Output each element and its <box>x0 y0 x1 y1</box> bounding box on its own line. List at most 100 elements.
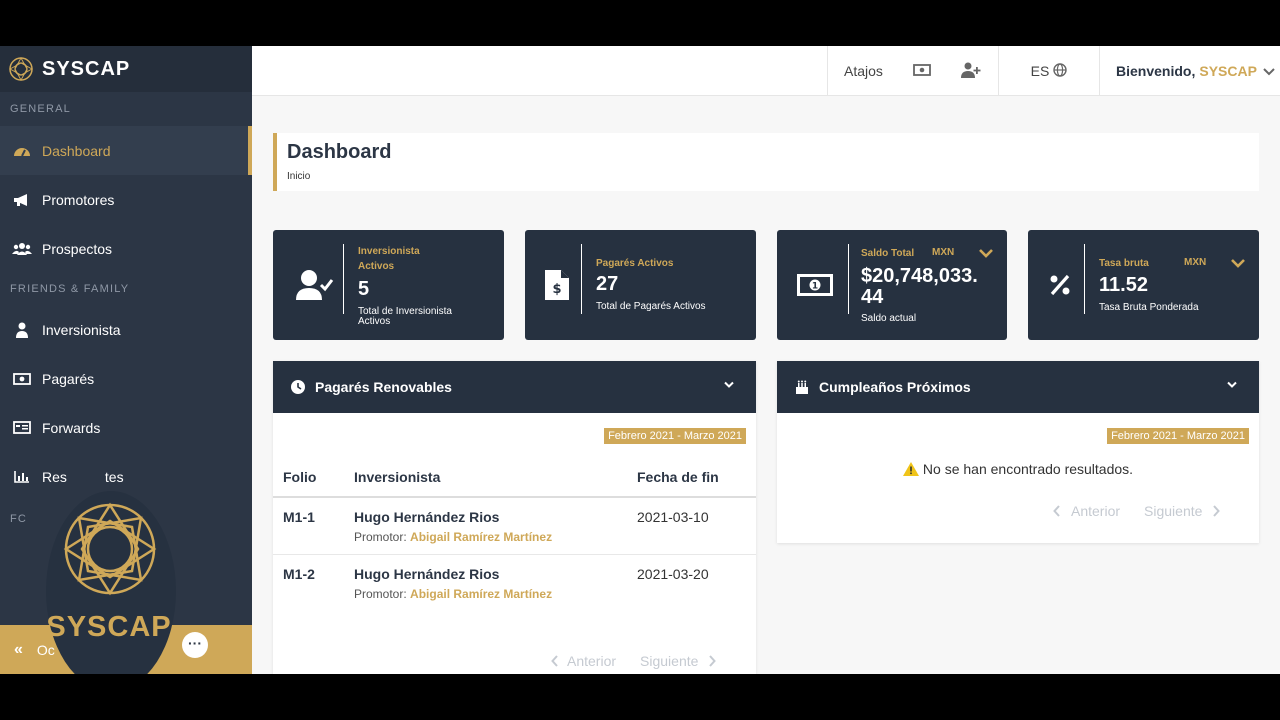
sidebar-item-label: Prospectos <box>42 240 113 257</box>
warning-icon <box>902 462 919 476</box>
sidebar-item-label: Forwards <box>42 419 101 436</box>
stat-value: 44 <box>861 286 884 308</box>
chevron-down-icon[interactable] <box>724 381 734 389</box>
shortcuts-label[interactable]: Atajos <box>844 63 883 79</box>
previous-button[interactable]: Anterior <box>551 653 616 669</box>
currency-label[interactable]: MXN <box>932 247 954 258</box>
user-name: SYSCAP <box>1199 63 1257 79</box>
user-menu[interactable]: Bienvenido, SYSCAP <box>1099 46 1280 96</box>
chevron-down-icon[interactable] <box>1231 259 1245 269</box>
bar-chart-icon <box>12 468 32 486</box>
svg-text:$: $ <box>552 282 561 297</box>
welcome-text: Bienvenido, <box>1116 63 1196 79</box>
syscap-emblem-icon <box>63 502 157 596</box>
stat-card-promissory-notes: $ Pagarés Activos 27 Total de Pagarés Ac… <box>525 230 756 340</box>
file-invoice-dollar-icon: $ <box>535 230 579 340</box>
language-selector[interactable]: ES <box>998 46 1099 96</box>
panel-title: Cumpleaños Próximos <box>819 379 971 395</box>
chevron-down-icon <box>1263 63 1275 79</box>
sidebar-item-promotores[interactable]: Promotores <box>0 175 252 224</box>
panel-title: Pagarés Renovables <box>315 379 452 395</box>
stat-label: Inversionista <box>358 246 420 257</box>
section-general-label: GENERAL <box>10 103 71 115</box>
next-button[interactable]: Siguiente <box>640 653 717 669</box>
empty-text: No se han encontrado resultados. <box>922 461 1134 477</box>
promoter-label: Promotor: <box>354 530 407 544</box>
app-window: SYSCAP GENERAL Dashboard Promotores Pros… <box>0 46 1280 674</box>
stat-description: Tasa Bruta Ponderada <box>1099 302 1199 313</box>
page-title: Dashboard <box>287 141 392 163</box>
stat-value: $20,748,033. <box>861 265 978 287</box>
previous-label: Anterior <box>567 653 617 669</box>
divider <box>1084 244 1085 314</box>
panel-header[interactable]: Cumpleaños Próximos <box>777 361 1259 413</box>
currency-label[interactable]: MXN <box>1184 257 1206 268</box>
divider <box>581 244 582 314</box>
gauge-icon <box>12 142 32 160</box>
sidebar-item-label: Promotores <box>42 191 115 208</box>
promoter-label: Promotor: <box>354 586 407 601</box>
clock-icon <box>291 380 305 394</box>
stat-description: Total de Pagarés Activos <box>596 301 706 312</box>
page-header: Dashboard Inicio <box>273 133 1259 191</box>
next-button[interactable]: Siguiente <box>1144 503 1221 519</box>
promoter-line: Promotor: Abigail Ramírez Martínez <box>354 530 627 544</box>
end-date: 2021-03-10 <box>627 497 756 555</box>
sidebar-item-prospectos[interactable]: Prospectos <box>0 224 252 273</box>
stat-label: Pagarés Activos <box>596 258 674 269</box>
chevron-right-icon <box>709 655 717 667</box>
syscap-logo-icon <box>9 57 33 81</box>
globe-icon <box>1053 62 1068 80</box>
svg-text:1: 1 <box>812 282 818 292</box>
promoter-line: Promotor: Abigail Ramírez Martínez <box>354 587 627 601</box>
table-row[interactable]: M1-2 Hugo Hernández Rios Promotor: Abiga… <box>273 554 756 611</box>
stat-value: 11.52 <box>1099 274 1148 296</box>
users-icon <box>12 240 32 258</box>
sidebar-item-inversionista[interactable]: Inversionista <box>0 305 252 354</box>
chevron-down-icon[interactable] <box>979 249 993 259</box>
percent-icon <box>1038 230 1082 340</box>
chevron-right-icon <box>1213 505 1221 517</box>
megaphone-icon <box>12 191 32 209</box>
divider <box>343 244 344 314</box>
user-tie-icon <box>12 321 32 339</box>
sidebar-item-dashboard[interactable]: Dashboard <box>0 126 252 175</box>
user-check-icon <box>293 230 337 340</box>
date-range-badge: Febrero 2021 - Marzo 2021 <box>1107 428 1249 444</box>
next-label: Siguiente <box>640 653 699 669</box>
sidebar-item-label: Inversionista <box>42 321 121 338</box>
end-date: 2021-03-20 <box>637 565 709 582</box>
folio: M1-1 <box>283 509 315 525</box>
table-row[interactable]: M1-1 Hugo Hernández Rios Promotor: Abiga… <box>273 497 756 555</box>
chevron-left-icon <box>1053 505 1060 517</box>
money-icon[interactable] <box>913 63 931 79</box>
sidebar-item-forwards[interactable]: Forwards <box>0 403 252 452</box>
more-options-button[interactable]: ··· <box>182 632 208 658</box>
column-header: Folio <box>273 457 344 498</box>
stat-description: Activos <box>358 316 391 327</box>
sidebar-item-pagares[interactable]: Pagarés <box>0 354 252 403</box>
panel-header[interactable]: Pagarés Renovables <box>273 361 756 413</box>
divider <box>848 244 849 314</box>
stat-card-gross-rate: Tasa bruta MXN 11.52 Tasa Bruta Ponderad… <box>1028 230 1259 340</box>
money-bill-icon: 1 <box>793 230 837 340</box>
stat-card-investors: Inversionista Activos 5 Total de Inversi… <box>273 230 504 340</box>
investor-name: Hugo Hernández Rios <box>354 509 500 525</box>
chevron-down-icon[interactable] <box>1227 381 1237 389</box>
previous-button[interactable]: Anterior <box>1053 503 1120 519</box>
stat-label: Tasa bruta <box>1099 258 1149 269</box>
promoter-name[interactable]: Abigail Ramírez Martínez <box>410 587 552 601</box>
language-label: ES <box>1030 63 1050 79</box>
investor-name: Hugo Hernández Rios <box>354 565 500 582</box>
breadcrumb[interactable]: Inicio <box>287 171 1259 182</box>
money-icon <box>12 370 32 388</box>
column-header: Inversionista <box>344 457 627 498</box>
promoter-name[interactable]: Abigail Ramírez Martínez <box>410 530 552 544</box>
renewable-notes-panel: Pagarés Renovables Febrero 2021 - Marzo … <box>273 361 756 674</box>
top-bar: Atajos ES Bienvenido, SYSCAP <box>252 46 1280 96</box>
renewables-table: Folio Inversionista Fecha de fin M1-1 Hu… <box>273 457 756 611</box>
brand[interactable]: SYSCAP <box>0 46 252 92</box>
stat-description: Saldo actual <box>861 313 917 324</box>
add-user-icon[interactable] <box>960 62 981 81</box>
next-label: Siguiente <box>1144 503 1203 519</box>
